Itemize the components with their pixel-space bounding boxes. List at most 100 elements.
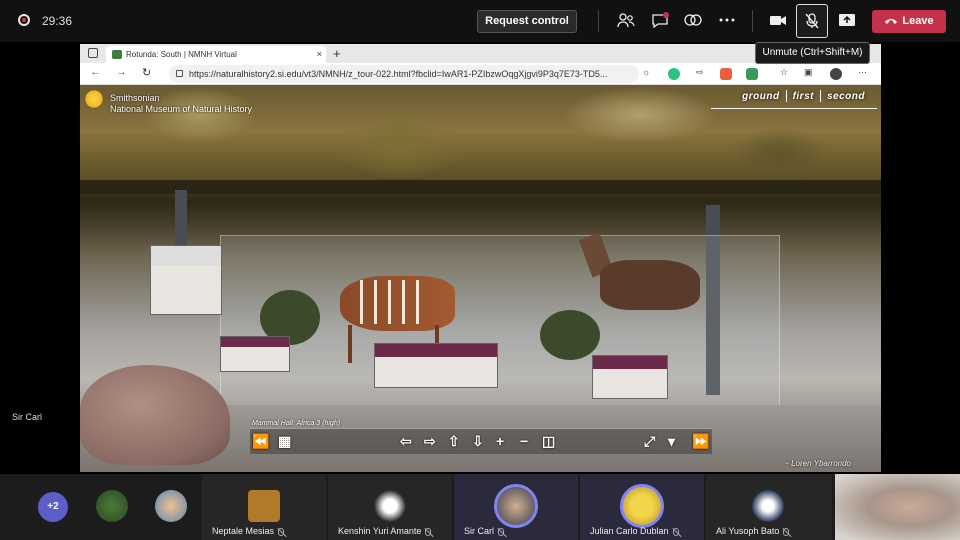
virtual-tour-viewport[interactable]: Smithsonian National Museum of Natural H…: [80, 85, 881, 472]
pan-down-icon[interactable]: ⇩: [472, 433, 484, 449]
lock-icon: [176, 70, 183, 77]
exhibit-label: [374, 343, 498, 388]
bongo-specimen: [340, 276, 455, 331]
camera-icon[interactable]: [765, 9, 791, 33]
favorites-icon[interactable]: ☆: [780, 67, 788, 78]
avatar[interactable]: [155, 490, 187, 522]
unmute-tooltip: Unmute (Ctrl+Shift+M): [755, 42, 870, 64]
extension-icon[interactable]: [746, 68, 758, 80]
settings-more-icon[interactable]: ⋯: [858, 67, 867, 78]
mic-off-icon: [672, 527, 679, 536]
participant-strip: +2 Neptale Mesias Kenshin Yuri Amante Si…: [0, 474, 960, 540]
recording-icon: [18, 14, 30, 26]
avatar: [752, 490, 784, 522]
participant-tile[interactable]: Julian Carlo Dublan: [580, 474, 704, 540]
tab-actions-icon[interactable]: [88, 48, 98, 58]
fast-forward-icon[interactable]: ⏩: [692, 433, 709, 449]
participant-tile[interactable]: Ali Yusoph Bato: [706, 474, 832, 540]
zoom-in-icon[interactable]: +: [496, 433, 504, 449]
participant-tile[interactable]: Neptale Mesias: [202, 474, 326, 540]
refresh-icon[interactable]: ↻: [142, 66, 151, 79]
back-arrow-icon[interactable]: ←: [90, 66, 101, 78]
participant-name: Sir Carl: [464, 526, 505, 536]
url-text: https://naturalhistory2.si.edu/vt3/NMNH/…: [189, 69, 608, 79]
reactions-icon[interactable]: [680, 9, 706, 33]
meeting-top-bar: 29:36 Request control Leave: [0, 0, 960, 42]
self-video-preview[interactable]: [835, 474, 960, 540]
floor-ground[interactable]: ground: [736, 91, 785, 102]
shared-browser-window: Rotunda: South | NMNH Virtual × + ← → ↻ …: [80, 44, 881, 472]
share-icon[interactable]: [834, 9, 860, 33]
balcony-edge: [80, 180, 881, 194]
pan-right-icon[interactable]: ⇨: [424, 433, 436, 449]
avatar: [494, 484, 538, 528]
avatar: [374, 490, 406, 522]
participant-tile[interactable]: Kenshin Yuri Amante: [328, 474, 452, 540]
avatar: [620, 484, 664, 528]
forward-arrow-icon[interactable]: →: [116, 66, 127, 78]
pan-left-icon[interactable]: ⇦: [400, 433, 412, 449]
mic-off-icon: [425, 527, 432, 536]
leave-button[interactable]: Leave: [872, 10, 946, 33]
mic-off-icon: [278, 527, 285, 536]
exhibit-label: [592, 355, 668, 399]
leave-label: Leave: [902, 15, 934, 27]
logo-line-1: Smithsonian: [110, 93, 160, 103]
grid-thumbnails-icon[interactable]: ▦: [278, 433, 291, 449]
mic-off-icon: [498, 527, 505, 536]
divider: [598, 10, 599, 32]
floor-selector-underline: [711, 108, 877, 109]
request-control-button[interactable]: Request control: [477, 10, 577, 33]
vr-mode-icon[interactable]: ◫: [542, 433, 555, 449]
avatar[interactable]: [96, 490, 128, 522]
photo-credit: ~ Loren Ybarrondo: [784, 459, 851, 468]
phone-hangup-icon: [885, 19, 898, 25]
browser-tab[interactable]: Rotunda: South | NMNH Virtual ×: [106, 46, 326, 63]
participant-tile[interactable]: Sir Carl: [454, 474, 578, 540]
tracking-prevention-icon[interactable]: ☼: [642, 67, 650, 77]
extension-icon[interactable]: [668, 68, 680, 80]
collections-icon[interactable]: ▣: [804, 67, 813, 78]
shrub: [540, 310, 600, 360]
participant-name: Ali Yusoph Bato: [716, 526, 790, 536]
bongo-leg: [348, 325, 352, 363]
overflow-tile: +2: [0, 474, 200, 540]
zoom-out-icon[interactable]: −: [520, 433, 528, 449]
new-tab-button[interactable]: +: [333, 44, 341, 63]
profile-avatar[interactable]: [830, 68, 842, 80]
meeting-timer: 29:36: [42, 14, 73, 28]
favicon-icon: [112, 50, 122, 59]
exhibit-sign: [150, 245, 222, 315]
more-icon[interactable]: [714, 9, 740, 33]
presenter-name: Sir Carl: [12, 412, 43, 422]
participant-name: Kenshin Yuri Amante: [338, 526, 432, 536]
participant-name: Neptale Mesias: [212, 526, 285, 536]
rewind-icon[interactable]: ⏪: [252, 433, 269, 449]
chat-icon[interactable]: [647, 9, 673, 33]
tab-close-icon[interactable]: ×: [317, 46, 322, 63]
exhibit-label: [220, 336, 290, 372]
floor-selector: ground first second: [736, 90, 871, 102]
hippo-specimen: [80, 365, 230, 465]
smithsonian-sun-logo: [84, 89, 104, 109]
tour-controls: ⏪ ▦ ⇦ ⇨ ⇧ ⇩ + − ◫ ⤢ ▾ ⏩: [250, 428, 712, 454]
okapi-specimen: [600, 260, 700, 310]
url-field[interactable]: https://naturalhistory2.si.edu/vt3/NMNH/…: [169, 65, 639, 83]
floor-second[interactable]: second: [821, 91, 871, 102]
mic-off-icon: [783, 527, 790, 536]
extension-icon[interactable]: [720, 68, 732, 80]
extension-icon[interactable]: ⇨: [696, 67, 704, 78]
floor-first[interactable]: first: [787, 91, 820, 102]
tab-title: Rotunda: South | NMNH Virtual: [126, 50, 237, 59]
participants-icon[interactable]: [613, 9, 639, 33]
pan-up-icon[interactable]: ⇧: [448, 433, 460, 449]
divider: [752, 10, 753, 32]
mic-off-icon[interactable]: [796, 4, 828, 38]
hide-controls-icon[interactable]: ▾: [668, 433, 675, 449]
fullscreen-icon[interactable]: ⤢: [644, 433, 655, 449]
participant-name: Julian Carlo Dublan: [590, 526, 679, 536]
hall-label: Mammal Hall: Africa 3 (high): [252, 420, 341, 427]
overflow-count[interactable]: +2: [38, 492, 68, 522]
address-bar: ← → ↻ https://naturalhistory2.si.edu/vt3…: [80, 63, 881, 85]
logo-line-2: National Museum of Natural History: [110, 104, 253, 114]
